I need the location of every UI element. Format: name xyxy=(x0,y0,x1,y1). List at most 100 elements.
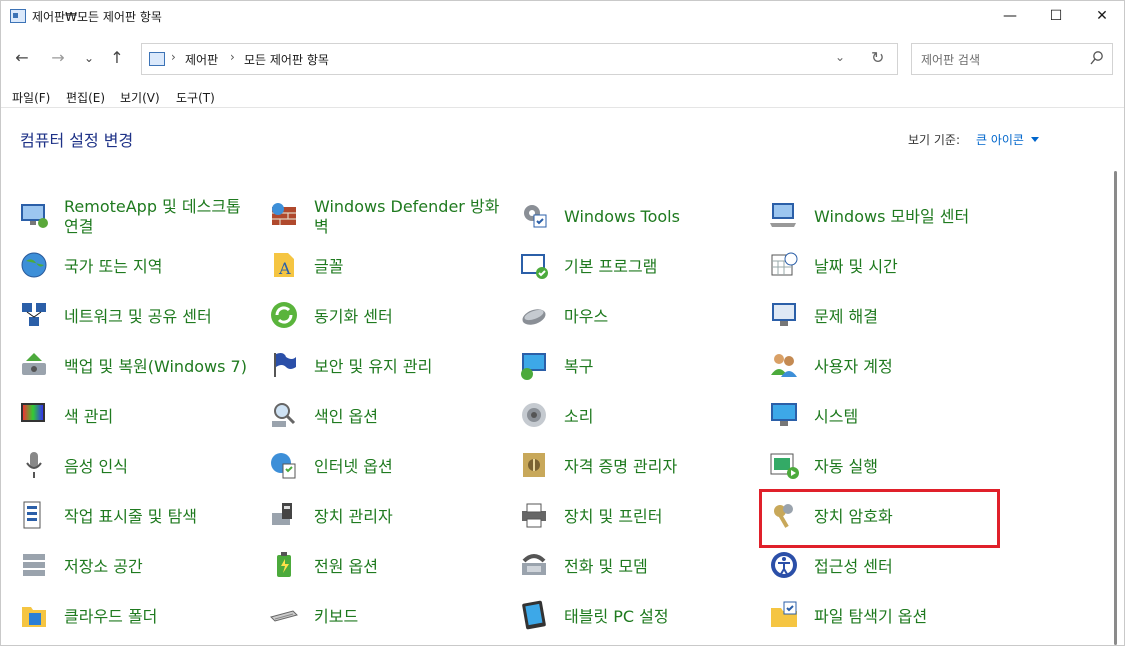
control-panel-item[interactable]: 자동 실행 xyxy=(766,443,1006,491)
credential-vault-icon[interactable] xyxy=(518,449,550,481)
recent-locations-button[interactable]: ⌄ xyxy=(78,47,100,69)
close-button[interactable]: ✕ xyxy=(1079,1,1125,32)
troubleshoot-icon[interactable] xyxy=(768,299,800,331)
control-panel-item-label[interactable]: Windows Defender 방화벽 xyxy=(314,193,504,241)
refresh-icon[interactable]: ↻ xyxy=(871,48,884,67)
control-panel-item[interactable]: 작업 표시줄 및 탐색 xyxy=(16,493,256,541)
control-panel-item[interactable]: 장치 및 프린터 xyxy=(516,493,756,541)
mouse-icon[interactable] xyxy=(518,299,550,331)
control-panel-item-label[interactable]: 시스템 xyxy=(814,393,1004,441)
breadcrumb-all-items[interactable]: 모든 제어판 항목 xyxy=(244,51,329,68)
control-panel-item[interactable]: 국가 또는 지역 xyxy=(16,243,256,291)
control-panel-item[interactable]: A 글꼴 xyxy=(266,243,506,291)
control-panel-item-label[interactable]: 백업 및 복원(Windows 7) xyxy=(64,343,254,391)
control-panel-item-label[interactable]: 동기화 센터 xyxy=(314,293,504,341)
maximize-button[interactable]: ☐ xyxy=(1033,1,1079,32)
control-panel-item[interactable]: 색인 옵션 xyxy=(266,393,506,441)
back-button[interactable]: ← xyxy=(11,47,33,69)
control-panel-item-label[interactable]: 색 관리 xyxy=(64,393,254,441)
control-panel-item-label[interactable]: 키보드 xyxy=(314,593,504,641)
control-panel-item-label[interactable]: 자격 증명 관리자 xyxy=(564,443,754,491)
control-panel-item-label[interactable]: 장치 및 프린터 xyxy=(564,493,754,541)
control-panel-item[interactable]: 소리 xyxy=(516,393,756,441)
menu-edit[interactable]: 편집(E) xyxy=(66,89,105,106)
control-panel-item[interactable]: 마우스 xyxy=(516,293,756,341)
gear-icon[interactable] xyxy=(518,199,550,231)
up-button[interactable]: ↑ xyxy=(106,47,128,69)
control-panel-item[interactable]: 보안 및 유지 관리 xyxy=(266,343,506,391)
storage-icon[interactable] xyxy=(18,549,50,581)
control-panel-item-label[interactable]: 국가 또는 지역 xyxy=(64,243,254,291)
control-panel-item-label[interactable]: 글꼴 xyxy=(314,243,504,291)
minimize-button[interactable]: — xyxy=(987,1,1033,32)
phone-modem-icon[interactable] xyxy=(518,549,550,581)
control-panel-item[interactable]: 태블릿 PC 설정 xyxy=(516,593,756,641)
chevron-right-icon[interactable]: › xyxy=(171,50,176,64)
control-panel-item[interactable]: 파일 탐색기 옵션 xyxy=(766,593,1006,641)
address-bar[interactable]: › 제어판 › 모든 제어판 항목 ⌄ ↻ xyxy=(141,43,898,75)
caret-down-icon[interactable] xyxy=(1031,137,1039,142)
control-panel-item-label[interactable]: 전원 옵션 xyxy=(314,543,504,591)
control-panel-item[interactable]: Windows Defender 방화벽 xyxy=(266,193,506,241)
control-panel-item[interactable]: 음성 인식 xyxy=(16,443,256,491)
accessibility-icon[interactable] xyxy=(768,549,800,581)
vertical-scrollbar[interactable] xyxy=(1114,171,1117,645)
control-panel-item[interactable]: 네트워크 및 공유 센터 xyxy=(16,293,256,341)
control-panel-item[interactable]: 전화 및 모뎀 xyxy=(516,543,756,591)
taskbar-icon[interactable] xyxy=(18,499,50,531)
view-by-dropdown[interactable]: 큰 아이콘 xyxy=(976,131,1024,148)
control-panel-item-label[interactable]: 소리 xyxy=(564,393,754,441)
control-panel-item-label[interactable]: 색인 옵션 xyxy=(314,393,504,441)
system-icon[interactable] xyxy=(768,399,800,431)
control-panel-item-label[interactable]: 보안 및 유지 관리 xyxy=(314,343,504,391)
control-panel-item-label[interactable]: 기본 프로그램 xyxy=(564,243,754,291)
control-panel-item-label[interactable]: RemoteApp 및 데스크톱 연결 xyxy=(64,193,254,241)
control-panel-item-label[interactable]: 음성 인식 xyxy=(64,443,254,491)
control-panel-item[interactable]: Windows 모바일 센터 xyxy=(766,193,1006,241)
keyboard-icon[interactable] xyxy=(268,599,300,631)
control-panel-item-label[interactable]: Windows Tools xyxy=(564,193,754,241)
control-panel-item-label[interactable]: 접근성 센터 xyxy=(814,543,1004,591)
sync-icon[interactable] xyxy=(268,299,300,331)
font-icon[interactable]: A xyxy=(268,249,300,281)
control-panel-item-label[interactable]: 전화 및 모뎀 xyxy=(564,543,754,591)
recovery-icon[interactable] xyxy=(518,349,550,381)
flag-icon[interactable] xyxy=(268,349,300,381)
printer-icon[interactable] xyxy=(518,499,550,531)
control-panel-item[interactable]: 장치 관리자 xyxy=(266,493,506,541)
control-panel-item-label[interactable]: 장치 관리자 xyxy=(314,493,504,541)
color-management-icon[interactable] xyxy=(18,399,50,431)
control-panel-item-label[interactable]: 날짜 및 시간 xyxy=(814,243,1004,291)
device-manager-icon[interactable] xyxy=(268,499,300,531)
control-panel-item[interactable]: 시스템 xyxy=(766,393,1006,441)
control-panel-item[interactable]: 클라우드 폴더 xyxy=(16,593,256,641)
control-panel-item[interactable]: 날짜 및 시간 xyxy=(766,243,1006,291)
control-panel-item-label[interactable]: 클라우드 폴더 xyxy=(64,593,254,641)
users-icon[interactable] xyxy=(768,349,800,381)
control-panel-item[interactable]: 기본 프로그램 xyxy=(516,243,756,291)
control-panel-item[interactable]: Windows Tools xyxy=(516,193,756,241)
control-panel-item[interactable]: 키보드 xyxy=(266,593,506,641)
firewall-icon[interactable] xyxy=(268,199,300,231)
control-panel-item[interactable]: 복구 xyxy=(516,343,756,391)
control-panel-item-label[interactable]: 파일 탐색기 옵션 xyxy=(814,593,1004,641)
address-dropdown-icon[interactable]: ⌄ xyxy=(835,50,845,64)
tablet-icon[interactable] xyxy=(518,599,550,631)
control-panel-item-label[interactable]: 복구 xyxy=(564,343,754,391)
breadcrumb-control-panel[interactable]: 제어판 xyxy=(185,51,218,68)
control-panel-item[interactable]: 자격 증명 관리자 xyxy=(516,443,756,491)
microphone-icon[interactable] xyxy=(18,449,50,481)
speaker-icon[interactable] xyxy=(518,399,550,431)
menu-view[interactable]: 보기(V) xyxy=(120,89,160,106)
chevron-right-icon[interactable]: › xyxy=(230,50,235,64)
control-panel-item[interactable]: 동기화 센터 xyxy=(266,293,506,341)
search-box[interactable]: 제어판 검색 xyxy=(911,43,1113,75)
remoteapp-icon[interactable] xyxy=(18,199,50,231)
control-panel-item-label[interactable]: 작업 표시줄 및 탐색 xyxy=(64,493,254,541)
search-input[interactable]: 제어판 검색 xyxy=(921,51,980,68)
control-panel-item-label[interactable]: Windows 모바일 센터 xyxy=(814,193,1004,241)
autoplay-icon[interactable] xyxy=(768,449,800,481)
cloud-folder-icon[interactable] xyxy=(18,599,50,631)
folder-options-icon[interactable] xyxy=(768,599,800,631)
control-panel-item[interactable]: 접근성 센터 xyxy=(766,543,1006,591)
